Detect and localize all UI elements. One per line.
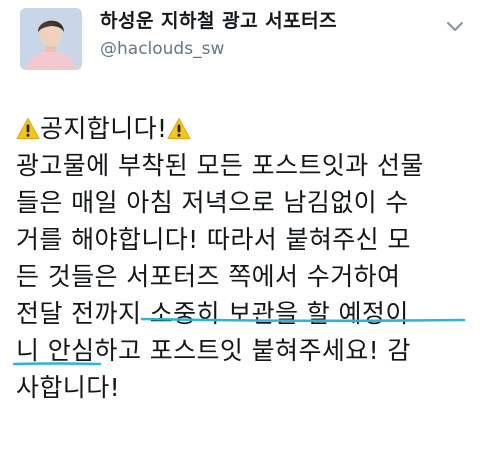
tweet-line-4: 거를 해야합니다! 따라서 붙혀주신 모 — [16, 225, 411, 254]
tweet-line-2: 광고물에 부착된 모든 포스트잇과 선물 — [16, 151, 424, 180]
tweet-line-3: 들은 매일 아침 저녁으로 남김없이 수 — [16, 188, 409, 217]
avatar[interactable] — [20, 8, 82, 70]
tweet-line-5: 든 것들은 서포터즈 쪽에서 수거하여 — [16, 262, 401, 291]
user-handle[interactable]: @haclouds_sw — [100, 37, 337, 61]
tweet-line-6: 전달 전까지 소중히 보관을 할 예정이 — [16, 299, 409, 328]
warning-icon — [167, 113, 191, 139]
warning-icon — [16, 113, 40, 139]
highlight-underline-2 — [12, 361, 102, 366]
display-name[interactable]: 하성운 지하철 광고 서포터즈 — [100, 8, 337, 34]
notice-title: 공지합니다! — [40, 114, 168, 143]
chevron-down-icon[interactable] — [446, 18, 464, 32]
tweet-line-8: 사합니다! — [16, 373, 121, 402]
highlight-underline-1 — [140, 317, 466, 323]
tweet-line-1: 공지합니다! — [16, 110, 472, 147]
